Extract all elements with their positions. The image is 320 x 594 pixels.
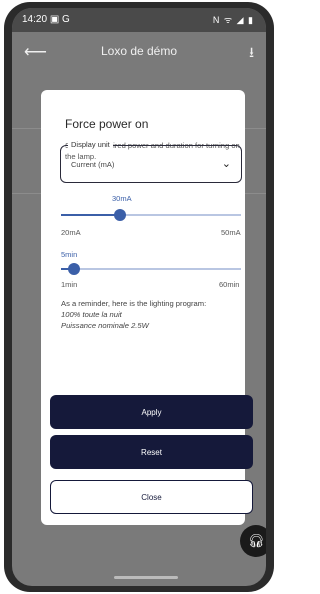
current-slider-value: 30mA: [112, 194, 132, 203]
reminder-intro: As a reminder, here is the lighting prog…: [61, 299, 207, 308]
home-indicator[interactable]: [114, 576, 178, 579]
reminder-line-1: 100% toute la nuit: [61, 310, 122, 319]
app-bar: ⟵ Loxo de démo ⭳: [12, 32, 266, 72]
duration-slider-thumb[interactable]: [67, 263, 80, 275]
download-icon[interactable]: ⭳: [249, 42, 254, 66]
display-unit-label: Display unit: [68, 140, 113, 149]
reminder-line-2: Puissance nominale 2.5W: [61, 321, 149, 330]
duration-slider-track[interactable]: [61, 263, 241, 275]
current-slider-max: 50mA: [221, 228, 241, 237]
current-slider-min: 20mA: [61, 228, 81, 237]
duration-slider-max: 60min: [219, 280, 240, 289]
status-icons: N ᯤ ◢ ▮: [212, 15, 254, 25]
dialog-title: Force power on: [65, 117, 149, 131]
current-slider-track[interactable]: [61, 209, 241, 221]
status-bar: 14:20 ▣ G N ᯤ ◢ ▮: [12, 8, 266, 32]
reset-button[interactable]: Reset: [50, 435, 253, 469]
chevron-down-icon: ⌄: [221, 158, 231, 170]
display-unit-select[interactable]: Display unit Current (mA) ⌄: [60, 140, 242, 183]
close-button[interactable]: Close: [50, 480, 253, 514]
apply-button[interactable]: Apply: [50, 395, 253, 429]
current-slider-fill: [61, 214, 121, 216]
duration-slider-value: 5min: [61, 250, 78, 259]
page-title: Loxo de démo: [100, 44, 178, 58]
status-left-icons: ▣ G: [49, 14, 70, 25]
lighting-program-reminder: As a reminder, here is the lighting prog…: [61, 298, 241, 331]
duration-slider-min: 1min: [61, 280, 78, 289]
headset-icon[interactable]: 🎧︎: [240, 525, 266, 557]
status-time: 14:20 ▣ G: [22, 14, 70, 25]
display-unit-value: Current (mA): [71, 160, 115, 169]
